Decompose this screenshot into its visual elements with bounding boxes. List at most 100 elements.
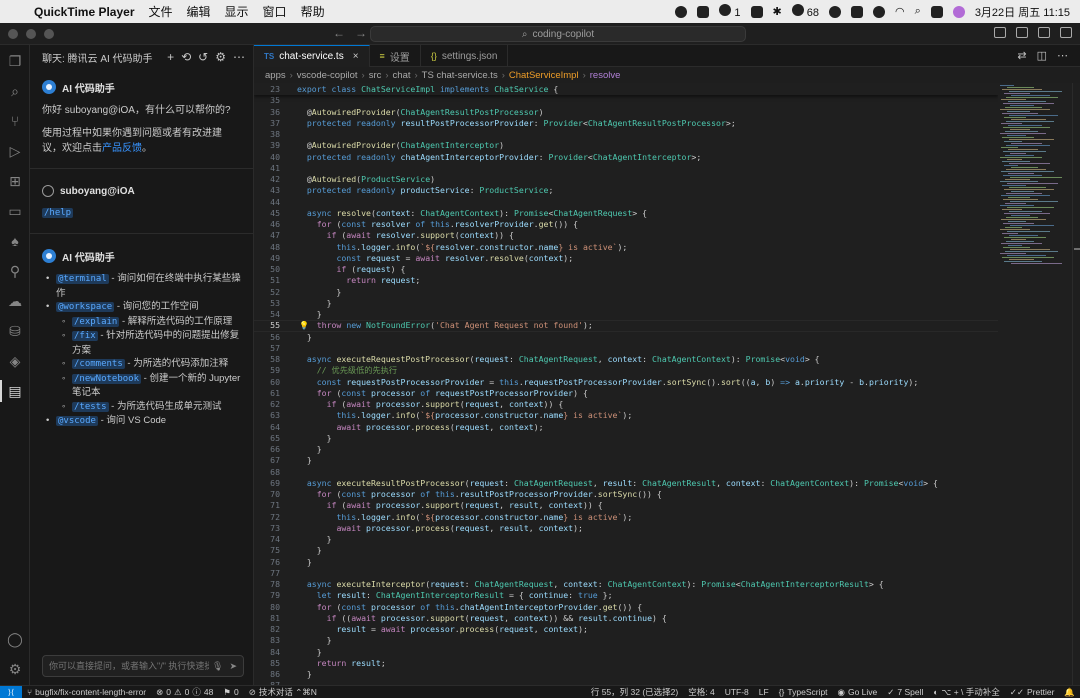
- tab-settings[interactable]: ≡ 设置: [370, 45, 421, 67]
- code-line[interactable]: 68: [254, 467, 998, 478]
- code-line[interactable]: 45 async resolve(context: ChatAgentConte…: [254, 208, 998, 219]
- code-line[interactable]: 40 protected readonly chatAgentIntercept…: [254, 152, 998, 163]
- code-line[interactable]: 38: [254, 129, 998, 140]
- breadcrumb-item[interactable]: src: [369, 70, 382, 81]
- forward-arrow-icon[interactable]: →: [355, 26, 367, 40]
- code-line[interactable]: 66 }: [254, 444, 998, 455]
- back-arrow-icon[interactable]: ←: [333, 26, 345, 40]
- command-chip[interactable]: /tests: [72, 401, 109, 412]
- toggle-panel-icon[interactable]: [1016, 27, 1028, 38]
- code-line[interactable]: 76 }: [254, 557, 998, 568]
- code-line[interactable]: 54 }: [254, 309, 998, 320]
- search-icon[interactable]: ⌕: [6, 82, 24, 100]
- run-debug-icon[interactable]: ▷: [6, 142, 24, 160]
- more-icon[interactable]: ⋯: [233, 50, 245, 64]
- battery-status[interactable]: 68: [791, 4, 819, 19]
- media-play-icon[interactable]: [851, 5, 864, 18]
- bluetooth-icon[interactable]: ✱: [773, 5, 782, 18]
- code-line[interactable]: 36 @AutowiredProvider(ChatAgentResultPos…: [254, 107, 998, 118]
- code-line[interactable]: 74 }: [254, 534, 998, 545]
- code-line[interactable]: 79 let result: ChatAgentInterceptorResul…: [254, 590, 998, 601]
- spell-check[interactable]: ✓ 7 Spell: [882, 686, 928, 698]
- microphone-icon[interactable]: 🎙: [212, 661, 223, 672]
- code-line[interactable]: 64 await processor.process(request, cont…: [254, 422, 998, 433]
- split-editor-icon[interactable]: ◫: [1037, 49, 1047, 62]
- clock-icon[interactable]: [873, 5, 886, 18]
- code-line[interactable]: 39 @AutowiredProvider(ChatAgentIntercept…: [254, 140, 998, 151]
- breadcrumb-item[interactable]: chat: [393, 70, 411, 81]
- code-editor[interactable]: 23 export class ChatServiceImpl implement…: [254, 83, 998, 685]
- database-icon[interactable]: ⛁: [6, 322, 24, 340]
- notifications-bell-icon[interactable]: 🔔: [1059, 686, 1080, 698]
- menu-help[interactable]: 帮助: [301, 3, 325, 20]
- remote-indicator[interactable]: ⟩⟨: [0, 685, 22, 698]
- code-line[interactable]: 50 if (request) {: [254, 264, 998, 275]
- layers-icon[interactable]: ◈: [6, 352, 24, 370]
- encoding[interactable]: UTF-8: [720, 686, 754, 698]
- code-line[interactable]: 71 if (await processor.support(request, …: [254, 500, 998, 511]
- code-line[interactable]: 58 async executeRequestPostProcessor(req…: [254, 354, 998, 365]
- feedback-link[interactable]: 产品反馈: [102, 143, 142, 154]
- code-line[interactable]: 53 }: [254, 298, 998, 309]
- command-chip[interactable]: @vscode: [56, 416, 98, 426]
- toggle-secondary-sidebar-icon[interactable]: [1038, 27, 1050, 38]
- tab-chat-service[interactable]: TS chat-service.ts ×: [254, 45, 370, 67]
- breadcrumb-item[interactable]: TS chat-service.ts: [422, 70, 498, 81]
- airplay-icon[interactable]: [829, 5, 842, 18]
- code-line[interactable]: 69 async executeResultPostProcessor(requ…: [254, 478, 998, 489]
- close-window-button[interactable]: [8, 28, 18, 39]
- wifi-icon[interactable]: ◠: [895, 5, 905, 18]
- command-chip[interactable]: @terminal: [56, 274, 109, 284]
- menubar-clock[interactable]: 3月22日 周五 11:15: [975, 4, 1070, 20]
- lightbulb-icon[interactable]: 💡: [299, 320, 309, 331]
- code-line[interactable]: 59 // 优先级低的先执行: [254, 365, 998, 376]
- code-line[interactable]: 60 const requestPostProcessorProvider = …: [254, 377, 998, 388]
- new-chat-icon[interactable]: +: [167, 50, 174, 64]
- code-line[interactable]: 62 if (await processor.support(request, …: [254, 399, 998, 410]
- breadcrumb-item[interactable]: apps: [265, 70, 286, 81]
- tab-settings-json[interactable]: {} settings.json: [421, 45, 509, 67]
- scrollbar-thumb[interactable]: [1074, 248, 1080, 250]
- code-line[interactable]: 35: [254, 95, 998, 106]
- command-chip[interactable]: /explain: [72, 316, 120, 327]
- problems-status[interactable]: ⊗ 0 ⚠ 0 ⓘ 48: [151, 686, 218, 698]
- code-line[interactable]: 78 async executeInterceptor(request: Cha…: [254, 579, 998, 590]
- command-chip[interactable]: /newNotebook: [72, 373, 142, 384]
- editor-scrollbar[interactable]: [1072, 83, 1080, 685]
- settings-icon[interactable]: ⚙: [215, 50, 226, 64]
- code-line[interactable]: 55 throw new NotFoundError('Chat Agent R…: [254, 320, 998, 331]
- minimap[interactable]: [998, 83, 1072, 685]
- code-line[interactable]: 82 result = await processor.process(requ…: [254, 624, 998, 635]
- code-line[interactable]: 37 protected readonly resultPostProcesso…: [254, 118, 998, 129]
- compare-icon[interactable]: ⇄: [1017, 49, 1026, 62]
- code-line[interactable]: 49 const request = await resolver.resolv…: [254, 253, 998, 264]
- prettier[interactable]: ✓✓ Prettier: [1005, 686, 1060, 698]
- menu-view[interactable]: 显示: [225, 3, 249, 20]
- toggle-sidebar-icon[interactable]: [994, 27, 1006, 38]
- chat-input[interactable]: [49, 661, 209, 671]
- mongodb-leaf-icon[interactable]: ♠: [6, 232, 24, 250]
- code-line[interactable]: 86 }: [254, 669, 998, 680]
- manual-completion[interactable]: ◐ ⌥ + \ 手动补全: [928, 686, 1004, 698]
- minimize-window-button[interactable]: [26, 28, 36, 39]
- record-icon[interactable]: [675, 5, 688, 18]
- code-line[interactable]: 67 }: [254, 455, 998, 466]
- breadcrumb-item[interactable]: vscode-copilot: [297, 70, 358, 81]
- chat-input-box[interactable]: 🎙 ➤: [42, 655, 244, 677]
- code-line[interactable]: 44: [254, 197, 998, 208]
- code-line[interactable]: 41: [254, 163, 998, 174]
- customize-layout-icon[interactable]: [1060, 27, 1072, 38]
- spotlight-search-icon[interactable]: ⌕: [915, 5, 921, 18]
- code-line[interactable]: 63 this.logger.info(`${processor.constru…: [254, 410, 998, 421]
- go-live[interactable]: ◉ Go Live: [833, 686, 883, 698]
- shield-icon[interactable]: [750, 5, 763, 18]
- extensions-icon[interactable]: ⊞: [6, 172, 24, 190]
- menu-file[interactable]: 文件: [149, 3, 173, 20]
- code-line[interactable]: 85 return result;: [254, 658, 998, 669]
- app-menu-name[interactable]: QuickTime Player: [34, 5, 135, 19]
- code-line[interactable]: 70 for (const processor of this.resultPo…: [254, 489, 998, 500]
- code-line[interactable]: 77: [254, 568, 998, 579]
- end-of-line[interactable]: LF: [754, 686, 774, 698]
- menu-edit[interactable]: 编辑: [187, 3, 211, 20]
- breadcrumb-item[interactable]: ChatServiceImpl: [509, 70, 579, 81]
